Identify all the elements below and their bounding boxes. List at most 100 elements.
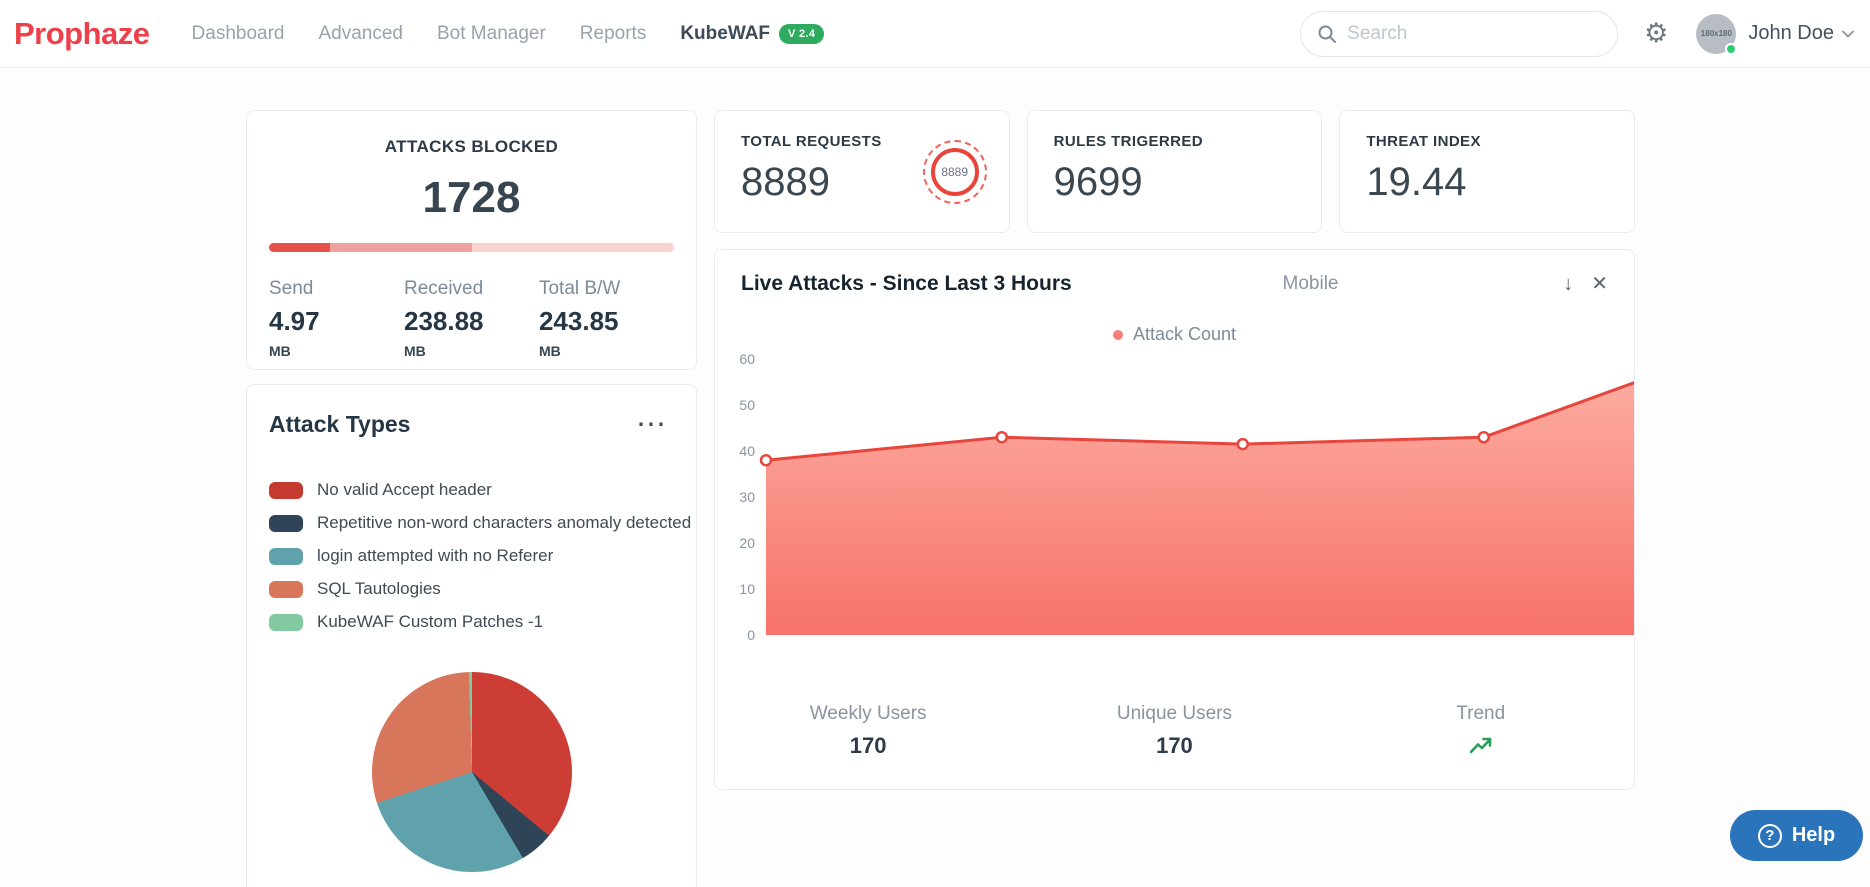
legend-item: SQL Tautologies bbox=[269, 579, 674, 599]
online-status-dot bbox=[1725, 42, 1738, 55]
chart-actions: ↓ ✕ bbox=[1563, 274, 1608, 294]
live-attacks-card: Live Attacks - Since Last 3 Hours Mobile… bbox=[714, 249, 1635, 790]
app-logo: Prophaze bbox=[14, 15, 150, 51]
live-attacks-header: Live Attacks - Since Last 3 Hours Mobile… bbox=[715, 250, 1634, 296]
legend-item-label: No valid Accept header bbox=[317, 480, 492, 499]
y-axis-tick: 50 bbox=[739, 397, 755, 413]
chart-footer-label: Trend bbox=[1456, 703, 1506, 724]
bandwidth-progress bbox=[269, 243, 674, 252]
attack-types-card: Attack Types ⋯ No valid Accept header Rep… bbox=[246, 384, 697, 887]
legend-item: No valid Accept header bbox=[269, 480, 674, 500]
data-point-marker[interactable] bbox=[995, 430, 1009, 444]
legend-label: Attack Count bbox=[1132, 324, 1237, 344]
progress-segment-1 bbox=[329, 243, 472, 252]
requests-ring-badge: 8889 bbox=[922, 139, 987, 204]
help-icon: ? bbox=[1757, 823, 1782, 848]
legend-swatch bbox=[269, 547, 303, 565]
download-icon[interactable]: ↓ bbox=[1563, 274, 1573, 294]
bandwidth-stat-label: Send bbox=[269, 278, 314, 299]
trend-up-icon bbox=[1469, 737, 1492, 754]
legend-dot-icon bbox=[1112, 329, 1123, 340]
chart-footer: Weekly Users 170 Unique Users 170 Trend bbox=[715, 703, 1634, 789]
bandwidth-stat-label: Received bbox=[403, 278, 484, 299]
attack-types-legend: No valid Accept header Repetitive non-wor… bbox=[269, 480, 691, 632]
search-box[interactable] bbox=[1300, 10, 1619, 57]
y-axis-tick: 40 bbox=[739, 443, 755, 459]
more-options-icon[interactable]: ⋯ bbox=[630, 409, 674, 439]
data-point-marker[interactable] bbox=[1477, 430, 1490, 444]
help-label: Help bbox=[1791, 824, 1836, 846]
nav-item-label: Bot Manager bbox=[437, 22, 546, 44]
attacks-blocked-card: ATTACKS BLOCKED 1728 Send 4.97 MB Received 2… bbox=[246, 110, 697, 370]
chart-footer-value: 170 bbox=[1156, 733, 1193, 758]
legend-item: Repetitive non-word characters anomaly d… bbox=[269, 513, 691, 533]
stat-card-threat-index: THREAT INDEX 19.44 bbox=[1339, 110, 1636, 233]
close-icon[interactable]: ✕ bbox=[1591, 274, 1608, 294]
live-attacks-chart: 0 10 20 30 40 50 60 bbox=[715, 353, 1634, 653]
bandwidth-stat-label: Total B/W bbox=[538, 278, 621, 299]
search-input[interactable] bbox=[1347, 22, 1602, 45]
bandwidth-stat-value: 238.88 bbox=[403, 306, 484, 336]
y-axis-tick: 20 bbox=[739, 535, 755, 551]
attack-types-pie bbox=[371, 672, 572, 872]
chart-filter-label[interactable]: Mobile bbox=[1283, 273, 1339, 295]
legend-swatch bbox=[269, 514, 303, 532]
legend-item-label: KubeWAF Custom Patches -1 bbox=[317, 612, 544, 631]
main-nav: Dashboard Advanced Bot Manager Reports KubeW… bbox=[192, 23, 825, 45]
y-axis-tick: 0 bbox=[747, 627, 755, 643]
nav-item-label: KubeWAF bbox=[680, 22, 771, 44]
legend-swatch bbox=[269, 613, 303, 631]
live-attacks-title: Live Attacks - Since Last 3 Hours bbox=[741, 272, 1072, 295]
topbar: Prophaze Dashboard Advanced Bot Manager Rep… bbox=[0, 0, 1870, 68]
chart-footer-label: Weekly Users bbox=[809, 703, 927, 724]
chart-footer-value: 170 bbox=[849, 733, 887, 758]
stat-card-label: RULES TRIGERRED bbox=[1053, 133, 1204, 150]
chart-footer-stat: Unique Users 170 bbox=[1021, 703, 1327, 759]
y-axis-tick: 30 bbox=[739, 489, 755, 505]
search-icon bbox=[1317, 24, 1337, 44]
nav-item-bot-manager[interactable]: Bot Manager bbox=[437, 23, 546, 45]
bandwidth-stat-unit: MB bbox=[538, 343, 561, 359]
legend-item-label: Repetitive non-word characters anomaly d… bbox=[317, 513, 692, 532]
stat-card-total-requests: TOTAL REQUESTS 8889 8889 bbox=[714, 110, 1010, 233]
main-content: ATTACKS BLOCKED 1728 Send 4.97 MB Received 2… bbox=[246, 110, 1636, 887]
bandwidth-stat: Send 4.97 MB bbox=[269, 278, 404, 359]
help-button[interactable]: ? Help bbox=[1730, 810, 1863, 861]
stat-card-value: 19.44 bbox=[1366, 160, 1467, 204]
stat-card-value: 9699 bbox=[1053, 160, 1143, 204]
chart-footer-value bbox=[1328, 733, 1634, 759]
legend-item: KubeWAF Custom Patches -1 bbox=[269, 612, 674, 632]
bandwidth-stats: Send 4.97 MB Received 238.88 MB Total B/W 243.8… bbox=[269, 278, 674, 359]
stat-card-label: THREAT INDEX bbox=[1366, 133, 1481, 150]
progress-segment-2 bbox=[471, 243, 674, 252]
right-column: TOTAL REQUESTS 8889 8889 RULES TRIGERRED 969… bbox=[714, 110, 1636, 790]
attack-types-title: Attack Types bbox=[269, 411, 411, 437]
bandwidth-stat-unit: MB bbox=[269, 343, 291, 359]
nav-item-reports[interactable]: Reports bbox=[580, 23, 647, 45]
data-point-marker[interactable] bbox=[1236, 437, 1250, 451]
bandwidth-stat-value: 4.97 bbox=[269, 306, 320, 336]
nav-item-label: Advanced bbox=[318, 22, 403, 44]
chart-footer-label: Unique Users bbox=[1116, 703, 1232, 724]
legend-item-label: SQL Tautologies bbox=[317, 579, 441, 598]
y-axis-tick: 10 bbox=[739, 581, 755, 597]
legend-swatch bbox=[269, 580, 303, 598]
bandwidth-stat-unit: MB bbox=[403, 343, 426, 359]
topbar-right: ⚙ 180x180 John Doe bbox=[1300, 10, 1854, 57]
stat-cards-row: TOTAL REQUESTS 8889 8889 RULES TRIGERRED 969… bbox=[714, 110, 1636, 233]
attacks-blocked-title: ATTACKS BLOCKED bbox=[384, 137, 559, 156]
bandwidth-stat: Received 238.88 MB bbox=[404, 278, 539, 359]
nav-item-label: Reports bbox=[579, 22, 647, 44]
bandwidth-stat-value: 243.85 bbox=[538, 306, 619, 336]
legend-item: login attempted with no Referer bbox=[269, 546, 674, 566]
gear-icon[interactable]: ⚙ bbox=[1644, 20, 1668, 47]
user-name[interactable]: John Doe bbox=[1748, 22, 1834, 45]
progress-segment-0 bbox=[269, 243, 330, 252]
nav-item-advanced[interactable]: Advanced bbox=[318, 23, 403, 45]
avatar[interactable]: 180x180 bbox=[1696, 13, 1738, 55]
chevron-down-icon[interactable] bbox=[1842, 30, 1854, 38]
data-point-marker[interactable] bbox=[759, 453, 773, 467]
chart-legend: Attack Count bbox=[715, 324, 1634, 345]
nav-item-kubewaf[interactable]: KubeWAF V 2.4 bbox=[680, 22, 825, 45]
nav-item-dashboard[interactable]: Dashboard bbox=[192, 23, 285, 45]
